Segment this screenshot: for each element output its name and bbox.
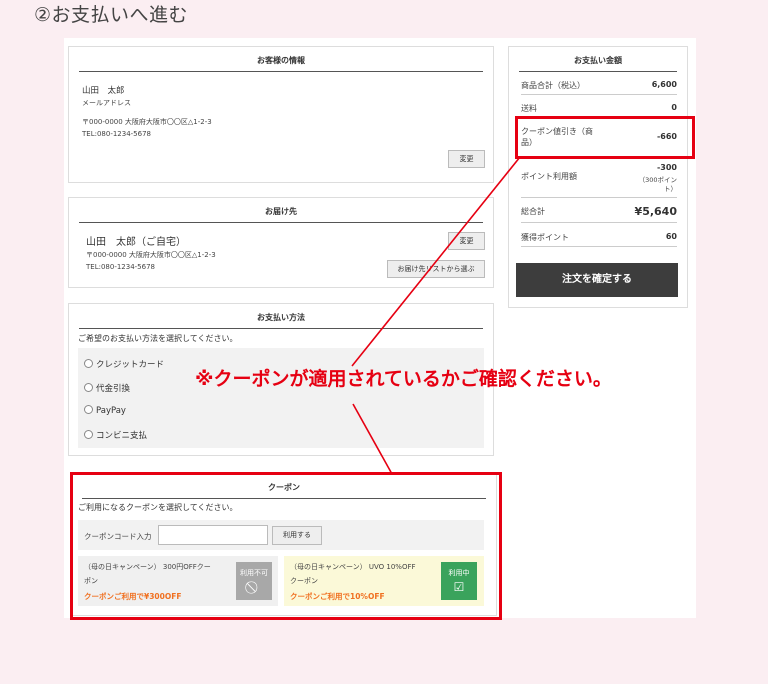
highlight-coupon-section xyxy=(70,472,502,620)
coupon-notice: ※クーポンが適用されているかご確認ください。 xyxy=(195,368,612,390)
annotation-line-to-discount xyxy=(351,156,521,367)
highlight-coupon-discount xyxy=(515,116,695,159)
annotation-line-to-coupon xyxy=(352,403,393,475)
